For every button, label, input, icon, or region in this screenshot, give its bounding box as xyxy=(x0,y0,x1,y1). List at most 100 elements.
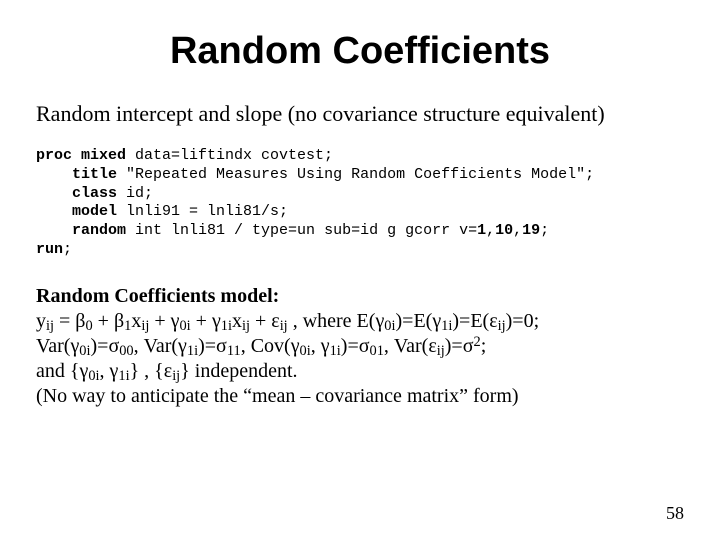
sym-gamma-3: γ xyxy=(375,310,384,332)
Var2: Var( xyxy=(144,335,178,357)
sym-beta-2: β xyxy=(114,310,124,332)
code-v1: 1 xyxy=(477,222,486,239)
sym-gamma-7: γ xyxy=(291,335,300,357)
eq3: = xyxy=(97,335,108,357)
sub-0i-5: 0i xyxy=(88,368,99,384)
sub-0i-4: 0i xyxy=(300,343,311,359)
sub-ij: ij xyxy=(46,318,54,334)
code-c1: , xyxy=(486,222,495,239)
kw-random: random xyxy=(72,222,126,239)
E1: E( xyxy=(357,310,376,332)
sigma-3: σ xyxy=(359,335,370,357)
kw-model: model xyxy=(72,203,117,220)
sub-00: 00 xyxy=(119,343,133,359)
sub-ij-6: ij xyxy=(437,343,445,359)
plus-3: + xyxy=(191,310,212,332)
kw-class: class xyxy=(72,185,117,202)
code-title-rest: "Repeated Measures Using Random Coeffici… xyxy=(117,166,594,183)
and-open: and { xyxy=(36,360,79,382)
model-line-1: yij = β0 + β1xij + γ0i + γ1ixij + εij , … xyxy=(36,309,684,334)
sym-eps-3: ε xyxy=(428,335,436,357)
sym-gamma-5: γ xyxy=(70,335,79,357)
csep-2: , xyxy=(241,335,251,357)
where: where xyxy=(303,310,357,332)
model-line-3: and {γ0i, γ1i} , {εij} independent. xyxy=(36,359,684,384)
plus-4: + xyxy=(250,310,271,332)
code-random-b: ; xyxy=(540,222,549,239)
sub-1i-5: 1i xyxy=(118,368,129,384)
sub-1: 1 xyxy=(124,318,131,334)
sigma-2: σ xyxy=(216,335,227,357)
model-block: Random Coefficients model: yij = β0 + β1… xyxy=(36,284,684,409)
plus-1: + xyxy=(93,310,114,332)
kw-proc-mixed: proc mixed xyxy=(36,147,126,164)
sub-1i-2: 1i xyxy=(441,318,452,334)
sym-gamma-6: γ xyxy=(178,335,187,357)
sigma-4: σ xyxy=(463,335,474,357)
code-v3: 19 xyxy=(522,222,540,239)
sub-1i-4: 1i xyxy=(330,343,341,359)
code-random-a: int lnli81 / type=un sub=id g gcorr v= xyxy=(126,222,477,239)
sym-gamma-4: γ xyxy=(432,310,441,332)
sym-gamma-2: γ xyxy=(212,310,221,332)
eq0-semi: =0; xyxy=(512,310,539,332)
eq4: = xyxy=(205,335,216,357)
kw-title: title xyxy=(72,166,117,183)
slide: Random Coefficients Random intercept and… xyxy=(0,0,720,540)
sub-0: 0 xyxy=(85,318,92,334)
code-v2: 10 xyxy=(495,222,513,239)
comma-1: , xyxy=(311,335,321,357)
sym-x: x xyxy=(131,310,141,332)
slide-title: Random Coefficients xyxy=(36,30,684,73)
sub-11: 11 xyxy=(227,343,241,359)
brace-comma: } , { xyxy=(130,360,164,382)
eq2: = xyxy=(459,310,470,332)
sub-ij-7: ij xyxy=(172,368,180,384)
sym-gamma-9: γ xyxy=(79,360,88,382)
sym-gamma-8: γ xyxy=(321,335,330,357)
sym-eps-2: ε xyxy=(489,310,497,332)
sym-eps: ε xyxy=(271,310,279,332)
sub-1i-3: 1i xyxy=(187,343,198,359)
sub-ij-3: ij xyxy=(242,318,250,334)
Var3: Var( xyxy=(394,335,428,357)
sym-y: y xyxy=(36,310,46,332)
eq1: = xyxy=(402,310,413,332)
sub-ij-2: ij xyxy=(141,318,149,334)
sub-0i-2: 0i xyxy=(384,318,395,334)
E3: E( xyxy=(470,310,489,332)
model-line-2: Var(γ0i)=σ00, Var(γ1i)=σ11, Cov(γ0i, γ1i… xyxy=(36,334,684,359)
model-line-4: (No way to anticipate the “mean – covari… xyxy=(36,384,684,409)
sub-1i: 1i xyxy=(221,318,232,334)
comma-2: , xyxy=(100,360,110,382)
csep-3: , xyxy=(384,335,394,357)
sigma-1: σ xyxy=(108,335,119,357)
Cov: Cov( xyxy=(251,335,291,357)
sub-0i-3: 0i xyxy=(79,343,90,359)
sup-2: 2 xyxy=(473,334,480,350)
subtitle: Random intercept and slope (no covarianc… xyxy=(36,101,684,127)
brace-close: } xyxy=(180,360,195,382)
sub-ij-4: ij xyxy=(280,318,288,334)
model-heading: Random Coefficients model: xyxy=(36,284,684,309)
sub-01: 01 xyxy=(370,343,384,359)
sym-eps-4: ε xyxy=(164,360,172,382)
sub-0i: 0i xyxy=(179,318,190,334)
code-run-rest: ; xyxy=(63,241,72,258)
sym-beta: β xyxy=(75,310,85,332)
plus-2: + xyxy=(149,310,170,332)
eq5: = xyxy=(347,335,358,357)
csep-1: , xyxy=(134,335,144,357)
Var1: Var( xyxy=(36,335,70,357)
comma-sp: , xyxy=(288,310,303,332)
eq-sign: = xyxy=(54,310,75,332)
code-proc-rest: data=liftindx covtest; xyxy=(126,147,333,164)
kw-run: run xyxy=(36,241,63,258)
E2: E( xyxy=(413,310,432,332)
code-class-rest: id; xyxy=(117,185,153,202)
close-5: ) xyxy=(198,335,205,357)
eq6: = xyxy=(451,335,462,357)
page-number: 58 xyxy=(666,503,684,524)
sym-x-2: x xyxy=(232,310,242,332)
indep: independent. xyxy=(195,360,298,382)
